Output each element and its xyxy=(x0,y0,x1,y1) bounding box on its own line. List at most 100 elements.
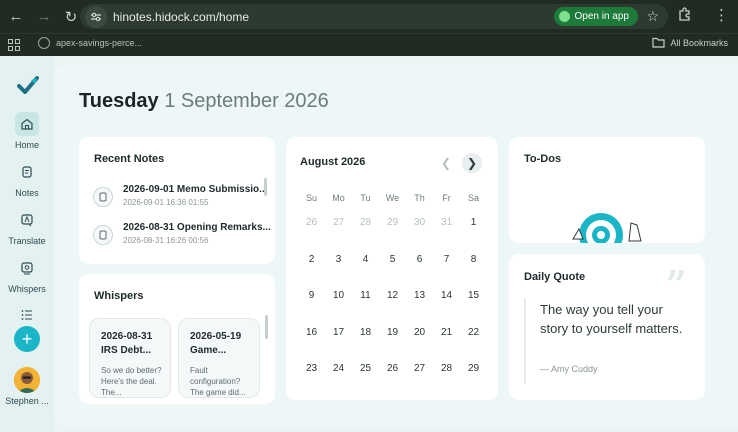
whisper-item[interactable]: 2026-05-19 Game... Fault configuration? … xyxy=(178,318,260,398)
whispers-title[interactable]: Whispers xyxy=(94,290,144,302)
calendar-day[interactable]: 16 xyxy=(298,323,325,360)
weekday-header: Th xyxy=(414,193,425,203)
calendar-day[interactable]: 5 xyxy=(379,250,406,287)
calendar-day[interactable]: 18 xyxy=(352,323,379,360)
calendar-day[interactable]: 4 xyxy=(352,250,379,287)
calendar-day[interactable]: 22 xyxy=(460,323,487,360)
weekday-header: Su xyxy=(305,193,317,203)
recent-notes-title[interactable]: Recent Notes xyxy=(94,153,164,165)
calendar-day[interactable]: 1 xyxy=(460,213,487,250)
calendar-day[interactable]: 27 xyxy=(325,213,352,250)
weekday-header: Tu xyxy=(360,193,371,203)
sidebar-item-label: Translate xyxy=(8,236,46,246)
address-bar[interactable]: hinotes.hidock.com/home Open in app ☆ xyxy=(80,4,668,29)
avatar[interactable] xyxy=(14,367,40,393)
calendar-day[interactable]: 2 xyxy=(298,250,325,287)
forward-icon[interactable]: → xyxy=(32,5,56,29)
apps-grid-icon[interactable] xyxy=(8,38,20,56)
bookmark-label: apex-savings-perce... xyxy=(56,38,143,48)
sidebar-item-translate[interactable]: Translate xyxy=(0,208,54,246)
note-title: 2026-09-01 Memo Submissio... xyxy=(123,184,268,195)
sidebar-item-notes[interactable]: Notes xyxy=(0,160,54,198)
calendar-day[interactable]: 24 xyxy=(325,359,352,396)
note-time: 2026-08-31 16:26 00:56 xyxy=(123,236,209,245)
todo-list-icon[interactable] xyxy=(21,308,33,326)
sidebar-item-label: Whispers xyxy=(8,284,46,294)
notes-icon xyxy=(15,160,39,184)
target-illustration-icon xyxy=(571,209,647,243)
user-name[interactable]: Stephen ... xyxy=(0,396,54,406)
note-time: 2026-09-01 16:36 01:55 xyxy=(123,198,209,207)
url-text[interactable]: hinotes.hidock.com/home xyxy=(113,10,249,24)
whisper-date: 2026-05-19 xyxy=(190,331,242,342)
bookmark-star-icon[interactable]: ☆ xyxy=(646,8,659,25)
quote-author: — Amy Cuddy xyxy=(540,364,598,374)
all-bookmarks-label: All Bookmarks xyxy=(670,37,728,48)
calendar-day[interactable]: 26 xyxy=(379,359,406,396)
calendar-month: August 2026 xyxy=(300,156,366,168)
todos-title[interactable]: To-Dos xyxy=(524,153,561,165)
calendar-day[interactable]: 27 xyxy=(406,359,433,396)
calendar-day[interactable]: 8 xyxy=(460,250,487,287)
open-in-app-button[interactable]: Open in app xyxy=(553,7,638,26)
bookmarks-bar: apex-savings-perce... All Bookmarks xyxy=(0,33,738,56)
calendar-day[interactable]: 14 xyxy=(433,286,460,323)
calendar-day[interactable]: 12 xyxy=(379,286,406,323)
calendar-day[interactable]: 6 xyxy=(406,250,433,287)
calendar-day[interactable]: 29 xyxy=(460,359,487,396)
whispers-icon xyxy=(15,256,39,280)
whispers-card: Whispers 2026-08-31 IRS Debt... So we do… xyxy=(79,274,275,404)
page-title: Tuesday 1 September 2026 xyxy=(79,90,329,113)
calendar-day[interactable]: 9 xyxy=(298,286,325,323)
chevron-right-icon[interactable]: ❯ xyxy=(462,153,482,173)
weekday-header: Fr xyxy=(442,193,451,203)
calendar-day[interactable]: 31 xyxy=(433,213,460,250)
calendar-day[interactable]: 11 xyxy=(352,286,379,323)
note-title: 2026-08-31 Opening Remarks... xyxy=(123,222,271,233)
whisper-item[interactable]: 2026-08-31 IRS Debt... So we do better? … xyxy=(89,318,171,398)
globe-icon xyxy=(38,37,50,49)
calendar-day[interactable]: 19 xyxy=(379,323,406,360)
calendar-day[interactable]: 23 xyxy=(298,359,325,396)
chevron-left-icon[interactable]: ❮ xyxy=(436,153,456,173)
calendar-grid: Su Mo Tu We Th Fr Sa 26 27 28 29 30 31 1 2 3 4 5 6 7 8 9 10 11 1… xyxy=(298,193,487,396)
quote-divider xyxy=(524,298,526,384)
all-bookmarks-button[interactable]: All Bookmarks xyxy=(652,37,728,48)
daily-quote-title: Daily Quote xyxy=(524,271,586,283)
todos-card: To-Dos xyxy=(509,137,705,243)
whisper-snippet: Fault configuration? The game did... xyxy=(190,366,246,397)
calendar-day[interactable]: 28 xyxy=(433,359,460,396)
calendar-day[interactable]: 26 xyxy=(298,213,325,250)
main-content: Tuesday 1 September 2026 Recent Notes 20… xyxy=(54,64,738,426)
app-logo[interactable] xyxy=(17,76,39,99)
site-info-icon[interactable] xyxy=(85,5,107,28)
sidebar-item-label: Notes xyxy=(15,188,39,198)
sidebar-item-label: Home xyxy=(14,140,39,150)
calendar-day[interactable]: 13 xyxy=(406,286,433,323)
calendar-day[interactable]: 7 xyxy=(433,250,460,287)
bookmark-item[interactable]: apex-savings-perce... xyxy=(38,37,142,49)
calendar-day[interactable]: 28 xyxy=(352,213,379,250)
calendar-day[interactable]: 10 xyxy=(325,286,352,323)
extensions-icon[interactable] xyxy=(677,6,693,27)
whisper-title: Game... xyxy=(190,345,227,356)
weekday-header: We xyxy=(385,193,400,203)
scrollbar[interactable] xyxy=(264,178,267,196)
home-icon xyxy=(15,112,39,136)
back-icon[interactable]: ← xyxy=(4,5,28,29)
sidebar-item-home[interactable]: Home xyxy=(0,112,54,150)
calendar-day[interactable]: 17 xyxy=(325,323,352,360)
calendar-day[interactable]: 25 xyxy=(352,359,379,396)
calendar-day[interactable]: 3 xyxy=(325,250,352,287)
calendar-day[interactable]: 21 xyxy=(433,323,460,360)
calendar-day[interactable]: 29 xyxy=(379,213,406,250)
calendar-day[interactable]: 20 xyxy=(406,323,433,360)
folder-icon xyxy=(652,37,666,48)
add-button[interactable]: + xyxy=(14,326,40,352)
scrollbar[interactable] xyxy=(265,315,268,339)
sidebar-item-whispers[interactable]: Whispers xyxy=(0,256,54,294)
calendar-day[interactable]: 30 xyxy=(406,213,433,250)
more-menu-icon[interactable]: ⋮ xyxy=(714,6,729,26)
calendar-day[interactable]: 15 xyxy=(460,286,487,323)
app-icon xyxy=(558,11,570,22)
